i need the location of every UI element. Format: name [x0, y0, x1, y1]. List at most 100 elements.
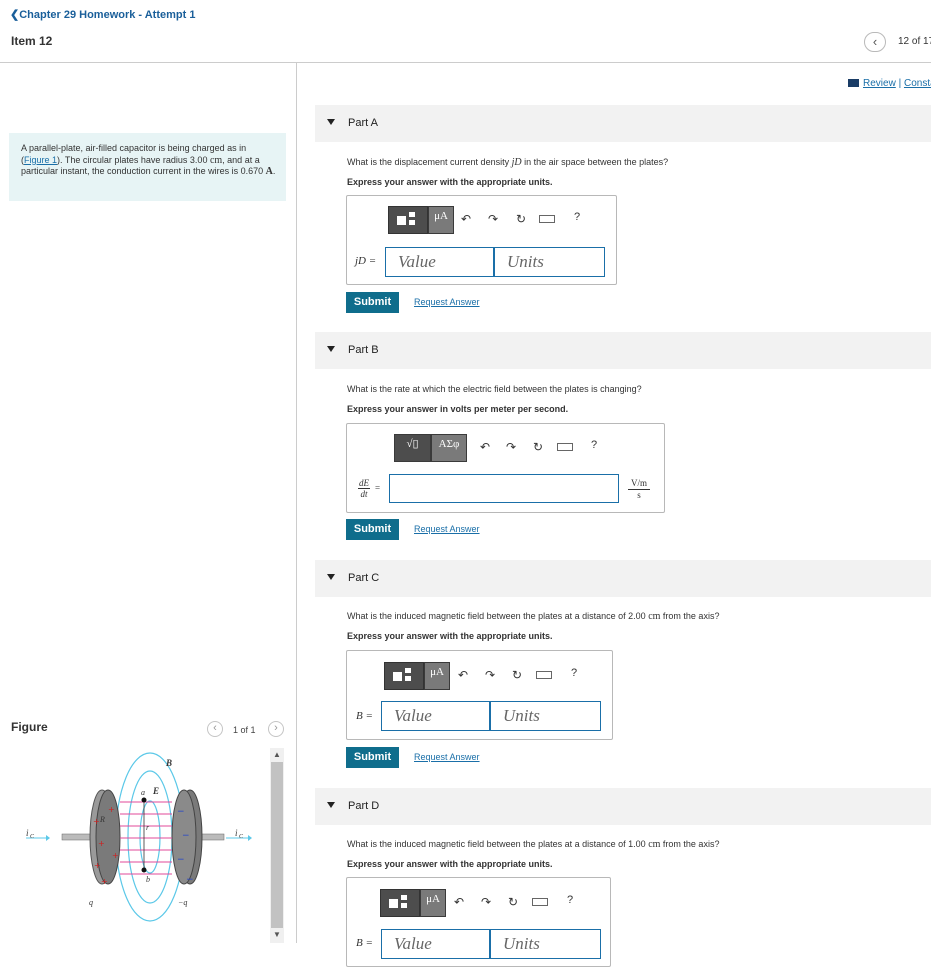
- figure-scrollbar-thumb[interactable]: [271, 762, 283, 928]
- collapse-triangle-icon: [327, 574, 335, 580]
- chevron-left-icon: ‹: [213, 722, 217, 734]
- problem-text: .: [272, 166, 276, 176]
- template-icon[interactable]: [380, 889, 420, 917]
- figure-prev-button[interactable]: ‹: [207, 721, 223, 737]
- redo-icon[interactable]: ↷: [481, 895, 491, 909]
- part-d-title: Part D: [348, 800, 380, 812]
- scroll-down-icon[interactable]: ▼: [270, 929, 284, 940]
- redo-icon[interactable]: ↷: [506, 440, 516, 454]
- question-text: from the axis?: [660, 611, 720, 621]
- keyboard-icon[interactable]: [557, 443, 573, 451]
- chevron-left-icon: ❮: [10, 9, 20, 21]
- part-b-header[interactable]: Part B: [315, 332, 931, 369]
- reset-icon[interactable]: ↻: [533, 440, 543, 454]
- sqrt-template-button[interactable]: √▯: [394, 434, 431, 462]
- figure-next-button[interactable]: ›: [268, 721, 284, 737]
- link-separator: |: [898, 78, 902, 89]
- redo-icon[interactable]: ↷: [488, 212, 498, 226]
- units-button[interactable]: μA: [424, 662, 450, 690]
- point-b: [141, 867, 147, 873]
- reset-icon[interactable]: ↻: [516, 212, 526, 226]
- scroll-up-icon[interactable]: ▲: [270, 749, 284, 760]
- figure-link[interactable]: Figure 1: [24, 155, 57, 165]
- label-ic-right: i: [235, 828, 238, 838]
- e-field-arrows: [120, 801, 172, 875]
- volts-per-meter-per-second-unit: V/m s: [628, 478, 650, 501]
- part-c-request-answer-link[interactable]: Request Answer: [414, 752, 480, 762]
- chevron-right-icon: ›: [274, 722, 278, 734]
- units-button[interactable]: μA: [420, 889, 446, 917]
- undo-icon[interactable]: ↶: [458, 668, 468, 682]
- keyboard-icon[interactable]: [539, 215, 555, 223]
- part-c-submit-button[interactable]: Submit: [346, 747, 399, 768]
- question-text: What is the induced magnetic field betwe…: [347, 839, 649, 849]
- part-c-value-input[interactable]: Value: [381, 701, 490, 731]
- book-icon: [848, 79, 859, 87]
- label-R: R: [99, 815, 105, 824]
- part-b-instruction: Express your answer in volts per meter p…: [347, 404, 569, 414]
- redo-icon[interactable]: ↷: [485, 668, 495, 682]
- part-d-units-input[interactable]: Units: [490, 929, 601, 959]
- point-a: [141, 797, 147, 803]
- arrowhead: [248, 835, 252, 841]
- keyboard-icon[interactable]: [532, 898, 548, 906]
- template-icon[interactable]: [388, 206, 428, 234]
- help-icon[interactable]: ?: [567, 894, 573, 906]
- question-text: What is the displacement current density: [347, 157, 512, 167]
- svg-text:+: +: [108, 805, 115, 814]
- part-a-units-input[interactable]: Units: [494, 247, 605, 277]
- label-a: a: [141, 788, 145, 797]
- label-ic-left: i: [26, 828, 29, 838]
- part-a-request-answer-link[interactable]: Request Answer: [414, 297, 480, 307]
- part-a-submit-button[interactable]: Submit: [346, 292, 399, 313]
- part-c-title: Part C: [348, 572, 380, 584]
- part-c-header[interactable]: Part C: [315, 560, 931, 597]
- assignment-title: Chapter 29 Homework - Attempt 1: [19, 9, 196, 21]
- greek-button[interactable]: ΑΣφ: [431, 434, 467, 462]
- previous-item-button[interactable]: ‹: [864, 32, 886, 52]
- part-b-submit-button[interactable]: Submit: [346, 519, 399, 540]
- part-d-value-input[interactable]: Value: [381, 929, 490, 959]
- part-c-units-input[interactable]: Units: [490, 701, 601, 731]
- part-d-answer-label: B =: [356, 937, 373, 949]
- review-link[interactable]: Review: [863, 78, 896, 89]
- svg-text:+: +: [101, 877, 108, 886]
- header-divider: [0, 62, 931, 63]
- part-c-answer-box: μA ↶ ↷ ↻ ? B = Value Units: [346, 650, 613, 740]
- part-d-instruction: Express your answer with the appropriate…: [347, 859, 553, 869]
- part-a-answer-box: μA ↶ ↷ ↻ ? jD = Value Units: [346, 195, 617, 285]
- part-a-header[interactable]: Part A: [315, 105, 931, 142]
- part-d-answer-box: μA ↶ ↷ ↻ ? B = Value Units: [346, 877, 611, 967]
- dt-denominator: dt: [360, 489, 368, 499]
- part-c-instruction: Express your answer with the appropriate…: [347, 631, 553, 641]
- part-d-header[interactable]: Part D: [315, 788, 931, 825]
- part-b-request-answer-link[interactable]: Request Answer: [414, 524, 480, 534]
- column-divider: [296, 63, 297, 943]
- part-a-value-input[interactable]: Value: [385, 247, 494, 277]
- unit-cm: cm: [648, 611, 661, 622]
- svg-text:−: −: [186, 875, 194, 885]
- label-ic-right-sub: C: [239, 834, 244, 840]
- constants-link[interactable]: Constants: [904, 78, 931, 89]
- svg-text:+: +: [112, 851, 119, 860]
- unit-numerator: V/m: [628, 478, 650, 490]
- help-icon[interactable]: ?: [574, 211, 580, 223]
- units-button[interactable]: μA: [428, 206, 454, 234]
- label-B: B: [165, 758, 172, 768]
- part-b-equals: =: [375, 483, 381, 493]
- part-a-title: Part A: [348, 117, 378, 129]
- undo-icon[interactable]: ↶: [461, 212, 471, 226]
- undo-icon[interactable]: ↶: [480, 440, 490, 454]
- collapse-triangle-icon: [327, 346, 335, 352]
- reset-icon[interactable]: ↻: [512, 668, 522, 682]
- back-to-assignment-link[interactable]: ❮Chapter 29 Homework - Attempt 1: [10, 8, 195, 21]
- undo-icon[interactable]: ↶: [454, 895, 464, 909]
- help-icon[interactable]: ?: [591, 439, 597, 451]
- keyboard-icon[interactable]: [536, 671, 552, 679]
- template-icon[interactable]: [384, 662, 424, 690]
- reset-icon[interactable]: ↻: [508, 895, 518, 909]
- part-a-instruction: Express your answer with the appropriate…: [347, 177, 553, 187]
- part-b-answer-input[interactable]: [389, 474, 619, 503]
- unit-denominator: s: [637, 490, 641, 500]
- help-icon[interactable]: ?: [571, 667, 577, 679]
